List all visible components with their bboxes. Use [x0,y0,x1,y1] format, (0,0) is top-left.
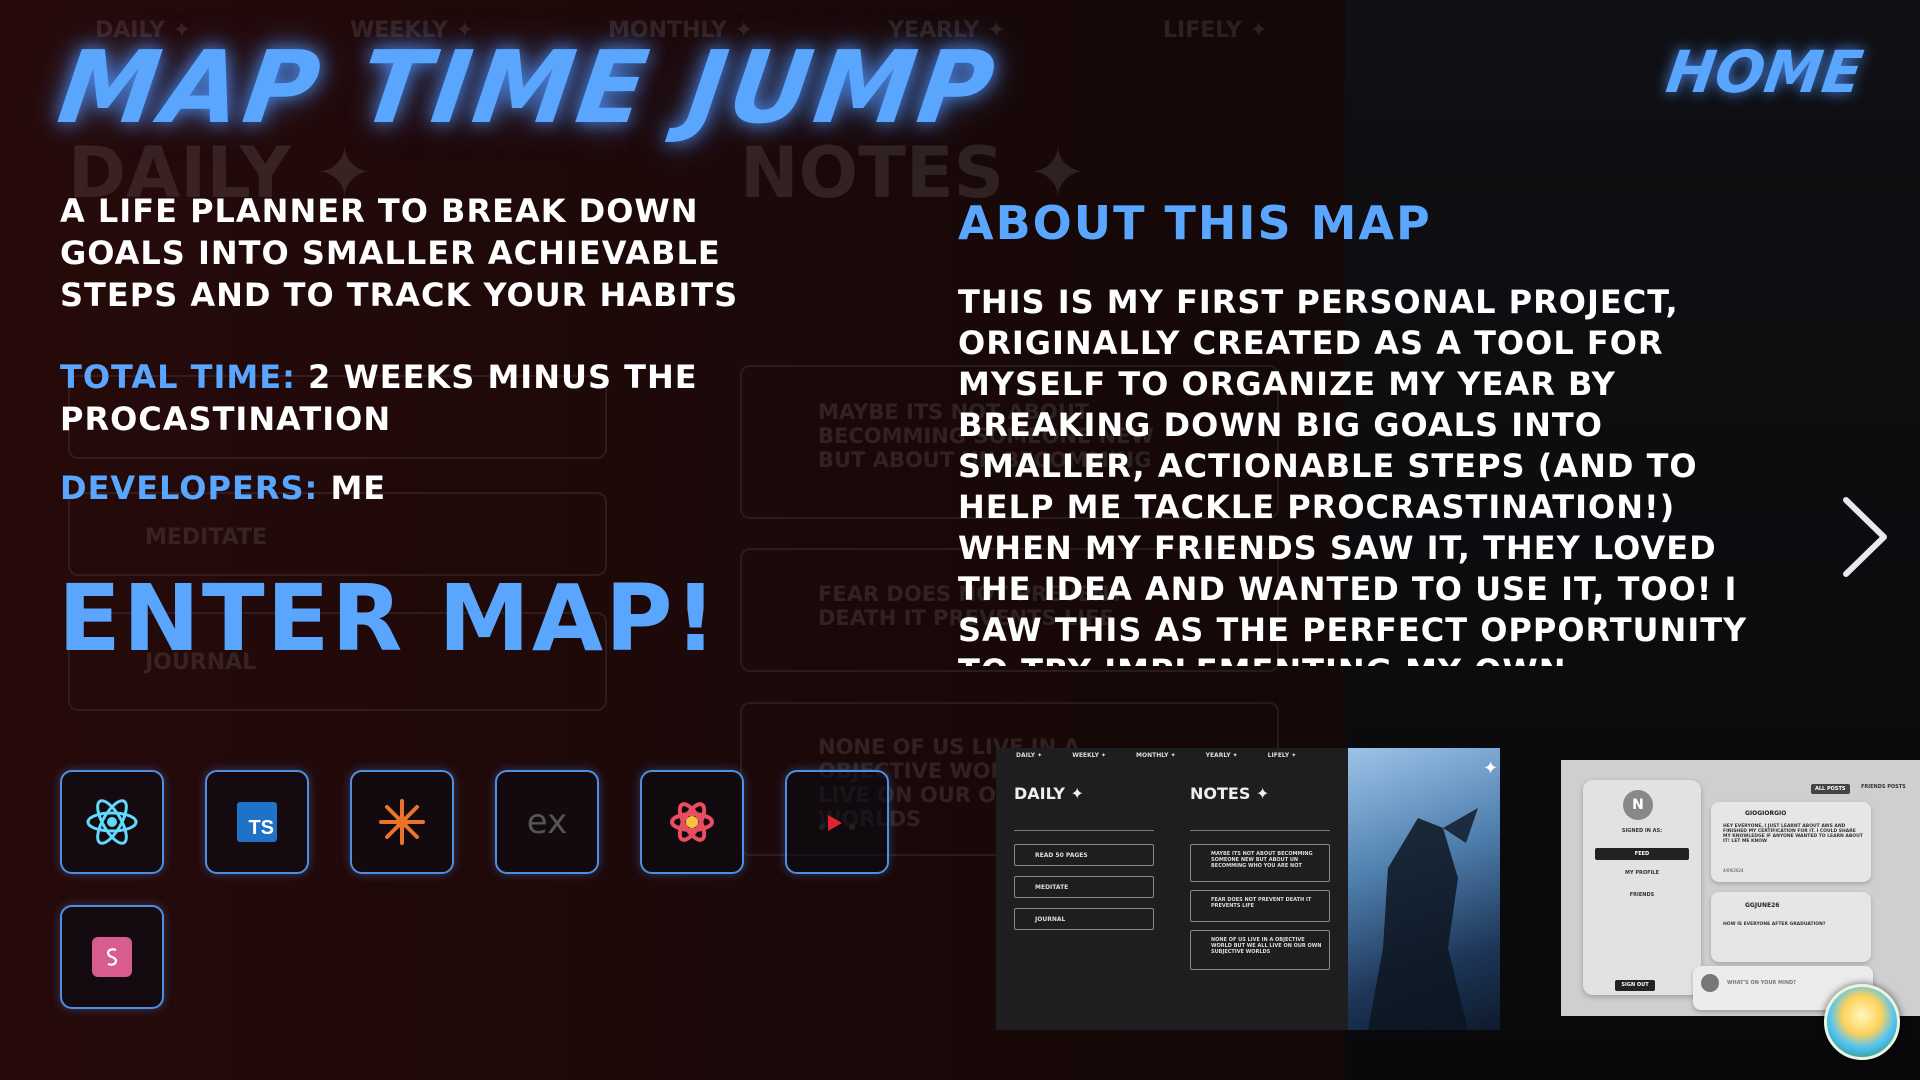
shot1-notes-heading: NOTES ✦ [1190,784,1270,803]
shot1-nav-weekly: WEEKLY ✦ [1072,752,1107,759]
enter-map-button[interactable]: ENTER MAP! [58,565,718,672]
shot2-post2-text: HOW IS EVERYONE AFTER GRADUATION? [1723,922,1826,927]
shot1-note-3: NONE OF US LIVE IN A OBJECTIVE WORLD BUT… [1190,930,1330,970]
ghost-item-meditate: MEDITATE [145,525,268,550]
beach-island-icon[interactable] [1824,984,1900,1060]
shot2-sign-out: SIGN OUT [1615,980,1655,991]
page-title: MAP TIME JUMP [51,29,1005,146]
shot1-task-input [1014,814,1154,831]
shot2-my-profile: MY PROFILE [1625,870,1659,876]
shot2-all-posts: ALL POSTS [1811,784,1850,794]
shot2-signed-in: SIGNED IN AS: [1621,828,1663,834]
chevron-right-icon[interactable] [1834,492,1894,582]
shot2-post1-text: HEY EVERYONE, I JUST LEARNT ABOUT AWS AN… [1723,824,1863,844]
about-body[interactable]: This is my first personal project, origi… [958,282,1748,666]
shot1-nav-monthly: MONTHLY ✦ [1136,752,1176,759]
react-icon[interactable] [60,770,164,874]
shot1-note-2: FEAR DOES NOT PREVENT DEATH IT PREVENTS … [1190,890,1330,922]
shot1-task-1: READ 50 PAGES [1014,844,1154,866]
preview-screenshot-planner[interactable]: DAILY ✦ WEEKLY ✦ MONTHLY ✦ YEARLY ✦ LIFE… [996,748,1500,1030]
shot1-daily-heading: DAILY ✦ [1014,784,1084,803]
shot1-artwork: ✦ [1348,748,1500,1030]
developers-label: DEVELOPERS: [60,469,319,507]
shot2-composer: WHAT'S ON YOUR MIND? [1727,980,1797,986]
express-icon[interactable]: ex [495,770,599,874]
developers-row: DEVELOPERS: me [60,467,780,509]
shot1-task-2: MEDITATE [1014,876,1154,898]
shot1-note-input [1190,814,1330,831]
shot1-task-3: JOURNAL [1014,908,1154,930]
home-link[interactable]: HOME [1662,38,1867,106]
preview-screenshot-social[interactable]: N SIGNED IN AS: FEED MY PROFILE FRIENDS … [1561,760,1920,1016]
shot1-nav-daily: DAILY ✦ [1016,752,1043,759]
shot1-nav-yearly: YEARLY ✦ [1205,752,1238,759]
shot2-post1-user: GIOGIORGIO [1745,810,1787,817]
shot1-note-1: MAYBE ITS NOT ABOUT BECOMMING SOMEONE NE… [1190,844,1330,882]
total-time-label: TOTAL TIME: [60,358,296,396]
shot1-nav-lifely: LIFELY ✦ [1267,752,1297,759]
typescript-text: TS [237,802,277,842]
typescript-icon[interactable]: TS [205,770,309,874]
developers-value: me [330,469,387,507]
shot2-avatar: N [1623,790,1653,820]
total-time-row: TOTAL TIME: 2 weeks minus the procastina… [60,356,780,440]
express-text: ex [526,802,568,842]
shot2-post2-user: GGJUNE26 [1745,902,1780,909]
project-description: A life planner to break down goals into … [60,192,739,314]
about-title: ABOUT THIS MAP [958,196,1432,250]
ghost-nav-lifely: LIFELY ✦ [1163,18,1268,43]
styled-icon[interactable] [60,905,164,1009]
shot2-post1-date: 4/09/2024 [1723,868,1744,873]
framer-icon[interactable] [640,770,744,874]
snowflake-icon[interactable] [350,770,454,874]
shot2-friends-posts: FRIENDS POSTS [1861,784,1906,790]
shot2-friends: FRIENDS [1629,892,1655,898]
redux-icon[interactable] [785,770,889,874]
shot2-feed: FEED [1595,848,1689,860]
svg-text:✦: ✦ [1483,758,1498,779]
